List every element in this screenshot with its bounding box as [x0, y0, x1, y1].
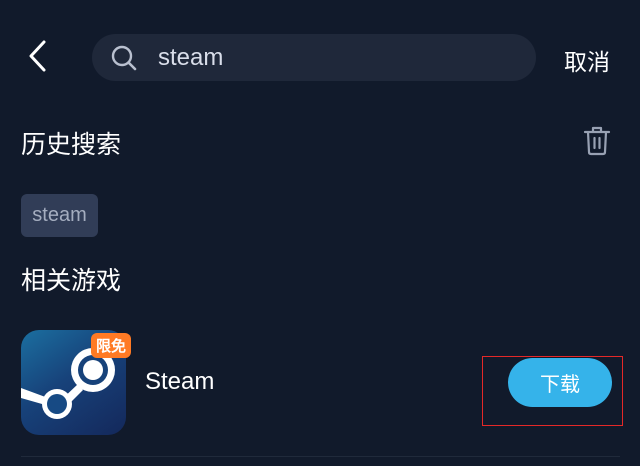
chevron-left-icon — [29, 40, 46, 72]
clear-history-button[interactable] — [582, 124, 612, 156]
cancel-button[interactable]: 取消 — [564, 43, 610, 77]
back-button[interactable] — [20, 38, 56, 74]
search-input[interactable] — [158, 43, 488, 72]
trash-icon — [583, 126, 611, 156]
divider — [21, 456, 620, 457]
game-title[interactable]: Steam — [145, 368, 214, 396]
free-badge: 限免 — [91, 333, 131, 358]
download-button[interactable]: 下载 — [508, 358, 612, 407]
search-bar[interactable] — [92, 34, 536, 81]
search-icon — [110, 44, 138, 72]
related-section-title: 相关游戏 — [21, 266, 122, 295]
history-chip[interactable]: steam — [21, 194, 98, 237]
history-section-title: 历史搜索 — [21, 130, 122, 159]
